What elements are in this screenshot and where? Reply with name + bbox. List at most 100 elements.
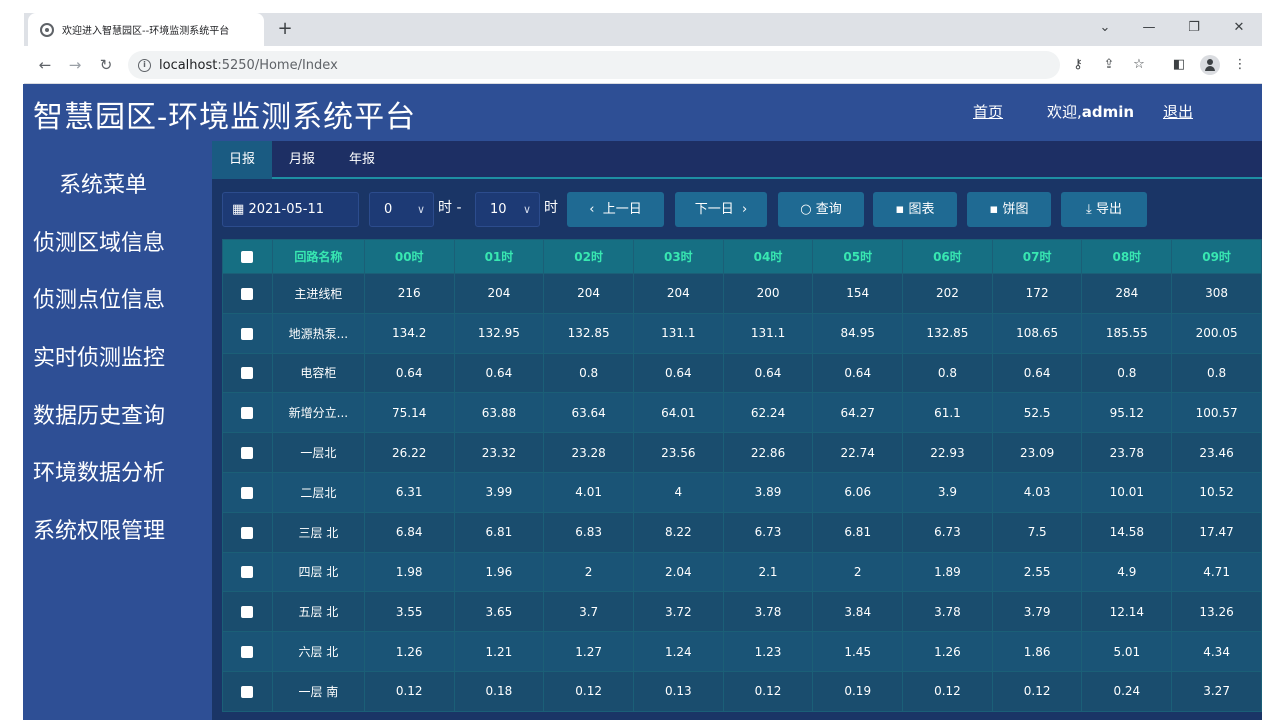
- circuit-name-cell: 主进线柜: [271, 273, 365, 314]
- row-checkbox[interactable]: [241, 447, 254, 460]
- value-cell: 3.7: [543, 591, 634, 633]
- sidebar-item-data-analysis[interactable]: 环境数据分析: [33, 455, 165, 487]
- value-cell: 200: [722, 273, 814, 314]
- more-menu-icon[interactable]: ⋮: [1229, 54, 1251, 76]
- row-checkbox[interactable]: [241, 486, 254, 499]
- circuit-name-cell: 二层北: [271, 471, 365, 513]
- row-select-cell[interactable]: [222, 551, 273, 593]
- reload-icon[interactable]: ↻: [95, 54, 117, 76]
- row-select-cell[interactable]: [222, 312, 273, 354]
- table-row[interactable]: 一层 南 0.12 0.18 0.12 0.13 0.12 0.19 0.12 0.12 0.24…: [222, 670, 1262, 712]
- pie-button[interactable]: ▪ 饼图: [967, 192, 1051, 227]
- export-button[interactable]: ⤓ 导出: [1061, 192, 1147, 227]
- end-hour-select[interactable]: 10 ∨: [475, 192, 540, 227]
- side-panel-icon[interactable]: ◧: [1168, 54, 1190, 76]
- prev-day-button[interactable]: ‹ 上一日: [567, 192, 664, 227]
- select-all-checkbox[interactable]: [241, 251, 254, 263]
- close-icon[interactable]: ✕: [1228, 17, 1250, 39]
- value-cell: 4.03: [991, 471, 1083, 513]
- browser-tab[interactable]: 欢迎进入智慧园区--环境监测系统平台: [28, 13, 264, 46]
- row-checkbox[interactable]: [241, 287, 254, 300]
- table-row[interactable]: 地源热泵... 134.2 132.95 132.85 131.1 131.1 84.95 1…: [222, 312, 1262, 354]
- logout-link[interactable]: 退出: [1163, 101, 1193, 122]
- row-checkbox[interactable]: [241, 367, 254, 380]
- value-cell: 0.19: [812, 670, 904, 712]
- value-cell: 6.73: [722, 511, 814, 553]
- query-button[interactable]: ○ 查询: [778, 192, 864, 227]
- next-day-button[interactable]: 下一日 ›: [675, 192, 767, 227]
- circuit-name-cell: 六层 北: [271, 631, 365, 672]
- data-table-container[interactable]: 回路名称 00时 01时 02时 03时 04时 05时 06时 07时 08时 09时 主进线柜 2…: [222, 239, 1262, 720]
- tab-yearly[interactable]: 年报: [332, 141, 392, 179]
- value-cell: 1.98: [363, 551, 455, 593]
- minimize-icon[interactable]: —: [1138, 17, 1160, 39]
- value-cell: 132.85: [543, 312, 634, 354]
- info-icon[interactable]: i: [138, 58, 151, 72]
- tab-daily[interactable]: 日报: [212, 141, 272, 179]
- address-bar[interactable]: i localhost:5250/Home/Index: [128, 51, 1060, 79]
- sidebar-item-history-query[interactable]: 数据历史查询: [33, 398, 165, 430]
- back-icon[interactable]: ←: [34, 54, 56, 76]
- value-cell: 0.64: [453, 352, 545, 394]
- share-icon[interactable]: ⇪: [1098, 54, 1120, 76]
- value-cell: 3.72: [632, 591, 724, 633]
- row-select-cell[interactable]: [222, 273, 273, 314]
- value-cell: 0.8: [902, 352, 993, 394]
- forward-icon[interactable]: →: [64, 54, 86, 76]
- value-cell: 172: [991, 273, 1083, 314]
- value-cell: 52.5: [991, 392, 1083, 434]
- table-row[interactable]: 四层 北 1.98 1.96 2 2.04 2.1 2 1.89 2.55 4.9 4.71: [222, 551, 1262, 593]
- date-picker[interactable]: ▦ 2021-05-11: [222, 192, 359, 227]
- select-all-cell[interactable]: [222, 239, 273, 274]
- value-cell: 6.06: [812, 471, 904, 513]
- value-cell: 23.46: [1171, 432, 1262, 473]
- value-cell: 1.89: [902, 551, 993, 593]
- star-icon[interactable]: ☆: [1128, 54, 1150, 76]
- row-checkbox[interactable]: [241, 407, 254, 420]
- row-checkbox[interactable]: [241, 685, 254, 698]
- table-row[interactable]: 主进线柜 216 204 204 204 200 154 202 172 284 308: [222, 273, 1262, 314]
- chart-button[interactable]: ▪ 图表: [873, 192, 957, 227]
- row-select-cell[interactable]: [222, 471, 273, 513]
- table-row[interactable]: 新增分立... 75.14 63.88 63.64 64.01 62.24 64.27 61.…: [222, 392, 1262, 434]
- row-select-cell[interactable]: [222, 670, 273, 712]
- table-row[interactable]: 六层 北 1.26 1.21 1.27 1.24 1.23 1.45 1.26 1.86 5.01…: [222, 631, 1262, 672]
- sidebar-item-point-info[interactable]: 侦测点位信息: [33, 282, 165, 314]
- table-row[interactable]: 三层 北 6.84 6.81 6.83 8.22 6.73 6.81 6.73 7.5 14.58…: [222, 511, 1262, 553]
- row-select-cell[interactable]: [222, 392, 273, 434]
- sidebar-item-area-info[interactable]: 侦测区域信息: [33, 225, 165, 257]
- row-select-cell[interactable]: [222, 432, 273, 473]
- home-link[interactable]: 首页: [973, 101, 1003, 122]
- chevron-right-icon: ›: [742, 202, 748, 217]
- tab-monthly[interactable]: 月报: [272, 141, 332, 179]
- restore-icon[interactable]: ❐: [1183, 17, 1205, 39]
- row-select-cell[interactable]: [222, 591, 273, 633]
- row-checkbox[interactable]: [241, 606, 254, 619]
- start-hour-select[interactable]: 0 ∨: [369, 192, 434, 227]
- row-select-cell[interactable]: [222, 352, 273, 394]
- value-cell: 154: [812, 273, 904, 314]
- value-cell: 62.24: [722, 392, 814, 434]
- table-row[interactable]: 二层北 6.31 3.99 4.01 4 3.89 6.06 3.9 4.03 10.01 10.5…: [222, 471, 1262, 513]
- key-icon[interactable]: ⚷: [1067, 54, 1089, 76]
- row-checkbox[interactable]: [241, 526, 254, 539]
- new-tab-button[interactable]: +: [274, 18, 296, 40]
- table-row[interactable]: 一层北 26.22 23.32 23.28 23.56 22.86 22.74 22.93 23…: [222, 432, 1262, 473]
- tab-search-icon[interactable]: ⌄: [1094, 17, 1116, 39]
- sidebar-item-realtime-monitor[interactable]: 实时侦测监控: [33, 340, 165, 372]
- value-cell: 75.14: [363, 392, 455, 434]
- profile-icon[interactable]: [1200, 55, 1220, 75]
- row-select-cell[interactable]: [222, 631, 273, 672]
- row-select-cell[interactable]: [222, 511, 273, 553]
- row-checkbox[interactable]: [241, 646, 254, 659]
- app-container: 智慧园区-环境监测系统平台 首页 欢迎,admin 退出 系统菜单 侦测区域信息…: [23, 84, 1262, 720]
- row-checkbox[interactable]: [241, 327, 254, 340]
- value-cell: 2: [812, 551, 904, 593]
- sidebar-item-permission[interactable]: 系统权限管理: [33, 513, 165, 545]
- row-checkbox[interactable]: [241, 566, 254, 579]
- value-cell: 4.71: [1171, 551, 1262, 593]
- table-row[interactable]: 五层 北 3.55 3.65 3.7 3.72 3.78 3.84 3.78 3.79 12.14…: [222, 591, 1262, 633]
- value-cell: 0.12: [543, 670, 634, 712]
- table-row[interactable]: 电容柜 0.64 0.64 0.8 0.64 0.64 0.64 0.8 0.64 0.8 0.8: [222, 352, 1262, 394]
- value-cell: 17.47: [1171, 511, 1262, 553]
